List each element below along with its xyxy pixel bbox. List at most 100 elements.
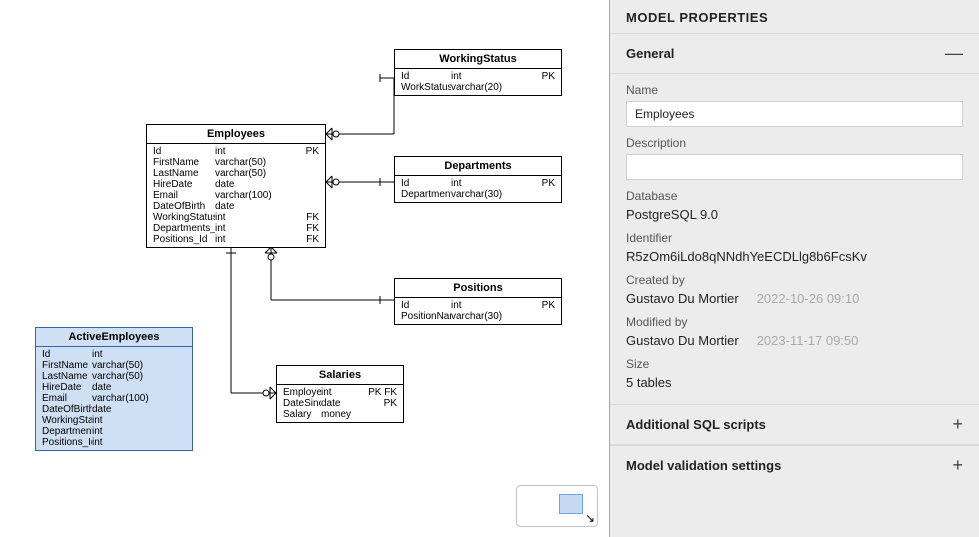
description-input[interactable] <box>626 154 963 180</box>
column-row[interactable]: PositionNamevarchar(30) <box>395 311 561 322</box>
column-row[interactable]: DateSincedatePK <box>277 398 403 409</box>
column-type: money <box>321 409 363 420</box>
column-type: varchar(100) <box>215 190 285 201</box>
column-key: PK <box>285 146 319 157</box>
column-row[interactable]: Positions_Idint <box>36 437 192 448</box>
section-general-body: Name Description Database PostgreSQL 9.0… <box>610 74 979 404</box>
column-name: HireDate <box>153 179 215 190</box>
database-value: PostgreSQL 9.0 <box>626 207 963 222</box>
column-type: varchar(50) <box>215 168 285 179</box>
column-row[interactable]: Idint <box>36 349 192 360</box>
column-row[interactable]: IdintPK <box>395 71 561 82</box>
column-type: int <box>451 178 521 189</box>
entity-title: Departments <box>395 157 561 176</box>
column-row[interactable]: IdintPK <box>395 178 561 189</box>
identifier-value: R5zOm6iLdo8qNNdhYeECDLlg8b6FcsKv <box>626 249 963 264</box>
column-type: varchar(100) <box>92 393 152 404</box>
modifiedby-label: Modified by <box>626 315 963 329</box>
column-row[interactable]: Salarymoney <box>277 409 403 420</box>
column-type: varchar(50) <box>92 371 152 382</box>
column-row[interactable]: DepartmentDescripvarchar(30) <box>395 189 561 200</box>
column-name: WorkingStatus_Id <box>153 212 215 223</box>
column-name: FirstName <box>42 360 92 371</box>
column-row[interactable]: Departments_Idint <box>36 426 192 437</box>
column-name: Id <box>401 178 451 189</box>
column-row[interactable]: LastNamevarchar(50) <box>36 371 192 382</box>
column-row[interactable]: WorkStatusDescriptionvarchar(20) <box>395 82 561 93</box>
entity-title: Salaries <box>277 366 403 385</box>
column-row[interactable]: Emailvarchar(100) <box>36 393 192 404</box>
section-general-header[interactable]: General — <box>610 33 979 74</box>
column-key: PK <box>363 398 397 409</box>
entity-body: IdintFirstNamevarchar(50)LastNamevarchar… <box>36 347 192 450</box>
column-type: varchar(50) <box>92 360 152 371</box>
column-type: varchar(50) <box>215 157 285 168</box>
column-row[interactable]: FirstNamevarchar(50) <box>36 360 192 371</box>
column-row[interactable]: HireDatedate <box>147 179 325 190</box>
collapse-icon: — <box>945 43 963 64</box>
column-name: DateSince <box>283 398 321 409</box>
entity-title: Employees <box>147 125 325 144</box>
column-row[interactable]: DateOfBirthdate <box>36 404 192 415</box>
size-value: 5 tables <box>626 375 963 390</box>
column-name: WorkStatusDescription <box>401 82 451 93</box>
identifier-label: Identifier <box>626 231 963 245</box>
column-name: Positions_Id <box>153 234 215 245</box>
entity-employees[interactable]: Employees IdintPKFirstNamevarchar(50)Las… <box>146 124 326 248</box>
minimap[interactable]: ↘ <box>516 485 598 527</box>
column-name: Id <box>42 349 92 360</box>
column-row[interactable]: FirstNamevarchar(50) <box>147 157 325 168</box>
column-name: LastName <box>42 371 92 382</box>
column-row[interactable]: Positions_IdintFK <box>147 234 325 245</box>
column-type: int <box>215 234 285 245</box>
column-name: DepartmentDescrip <box>401 189 451 200</box>
database-label: Database <box>626 189 963 203</box>
section-title: General <box>626 46 674 61</box>
column-row[interactable]: LastNamevarchar(50) <box>147 168 325 179</box>
entity-body: IdintPKWorkStatusDescriptionvarchar(20) <box>395 69 561 95</box>
column-name: Departments_Id <box>42 426 92 437</box>
column-type: int <box>321 387 363 398</box>
column-type: int <box>215 212 285 223</box>
column-row[interactable]: HireDatedate <box>36 382 192 393</box>
column-row[interactable]: DateOfBirthdate <box>147 201 325 212</box>
createdby-value: Gustavo Du Mortier <box>626 291 739 306</box>
properties-panel: MODEL PROPERTIES General — Name Descript… <box>610 0 979 537</box>
modifiedby-value: Gustavo Du Mortier <box>626 333 739 348</box>
column-name: Employee_Id <box>283 387 321 398</box>
column-row[interactable]: Employee_IdintPK FK <box>277 387 403 398</box>
column-row[interactable]: Departments_IdintFK <box>147 223 325 234</box>
column-name: PositionName <box>401 311 451 322</box>
column-row[interactable]: WorkingStatus_IdintFK <box>147 212 325 223</box>
column-type: varchar(30) <box>451 189 521 200</box>
erd-canvas[interactable]: WorkingStatus IdintPKWorkStatusDescripti… <box>0 0 610 537</box>
entity-title: WorkingStatus <box>395 50 561 69</box>
entity-positions[interactable]: Positions IdintPKPositionNamevarchar(30) <box>394 278 562 325</box>
column-type: date <box>215 179 285 190</box>
entity-activeemployees[interactable]: ActiveEmployees IdintFirstNamevarchar(50… <box>35 327 193 451</box>
createdby-label: Created by <box>626 273 963 287</box>
entity-body: IdintPKDepartmentDescripvarchar(30) <box>395 176 561 202</box>
column-type: varchar(20) <box>451 82 521 93</box>
entity-salaries[interactable]: Salaries Employee_IdintPK FKDateSincedat… <box>276 365 404 423</box>
section-validation-header[interactable]: Model validation settings + <box>610 445 979 485</box>
size-label: Size <box>626 357 963 371</box>
column-row[interactable]: Emailvarchar(100) <box>147 190 325 201</box>
entity-departments[interactable]: Departments IdintPKDepartmentDescripvarc… <box>394 156 562 203</box>
name-input[interactable] <box>626 101 963 127</box>
column-key: FK <box>285 234 319 245</box>
section-sql-header[interactable]: Additional SQL scripts + <box>610 404 979 445</box>
entity-workingstatus[interactable]: WorkingStatus IdintPKWorkStatusDescripti… <box>394 49 562 96</box>
column-row[interactable]: IdintPK <box>395 300 561 311</box>
entity-body: Employee_IdintPK FKDateSincedatePKSalary… <box>277 385 403 422</box>
entity-title: Positions <box>395 279 561 298</box>
column-type: varchar(30) <box>451 311 521 322</box>
column-row[interactable]: WorkingStatus_Idint <box>36 415 192 426</box>
column-name: LastName <box>153 168 215 179</box>
column-row[interactable]: IdintPK <box>147 146 325 157</box>
entity-body: IdintPKPositionNamevarchar(30) <box>395 298 561 324</box>
column-type: int <box>215 223 285 234</box>
createdat-value: 2022-10-26 09:10 <box>757 291 860 306</box>
column-type: int <box>92 415 152 426</box>
column-name: Email <box>153 190 215 201</box>
